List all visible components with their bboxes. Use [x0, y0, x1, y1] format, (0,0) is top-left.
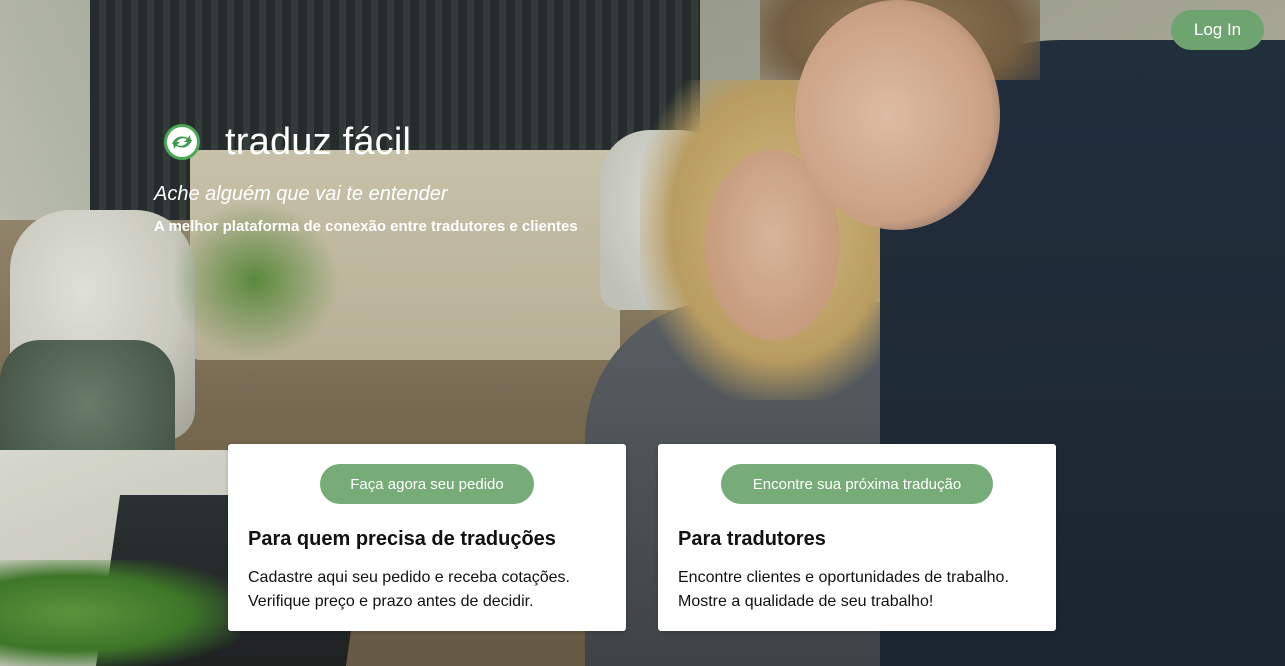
- traduz-facil-logo-icon: [164, 124, 200, 160]
- translators-card-line: Encontre clientes e oportunidades de tra…: [678, 569, 1009, 586]
- translators-card-line: Mostre a qualidade de seu trabalho!: [678, 593, 934, 610]
- landing-page: Log In traduz fácil Ache alguém que vai …: [0, 0, 1285, 666]
- clients-card-title: Para quem precisa de traduções: [248, 528, 556, 550]
- brand: traduz fácil: [164, 120, 411, 164]
- clients-card-line: Cadastre aqui seu pedido e receba cotaçõ…: [248, 569, 570, 586]
- background-tint: [0, 0, 1285, 666]
- translators-card: Encontre sua próxima tradução Para tradu…: [658, 444, 1056, 631]
- find-translation-button[interactable]: Encontre sua próxima tradução: [721, 464, 993, 504]
- login-button[interactable]: Log In: [1171, 10, 1264, 50]
- clients-card: Faça agora seu pedido Para quem precisa …: [228, 444, 626, 631]
- brand-name: traduz fácil: [225, 121, 412, 163]
- clients-card-line: Verifique preço e prazo antes de decidir…: [248, 593, 534, 610]
- hero-tagline: Ache alguém que vai te entender: [154, 183, 448, 205]
- translators-card-title: Para tradutores: [678, 528, 826, 550]
- hero-subtagline: A melhor plataforma de conexão entre tra…: [154, 218, 578, 235]
- clients-card-description: Cadastre aqui seu pedido e receba cotaçõ…: [248, 566, 570, 614]
- place-order-button[interactable]: Faça agora seu pedido: [320, 464, 534, 504]
- hero-background-photo: [0, 0, 1285, 666]
- translators-card-description: Encontre clientes e oportunidades de tra…: [678, 566, 1009, 614]
